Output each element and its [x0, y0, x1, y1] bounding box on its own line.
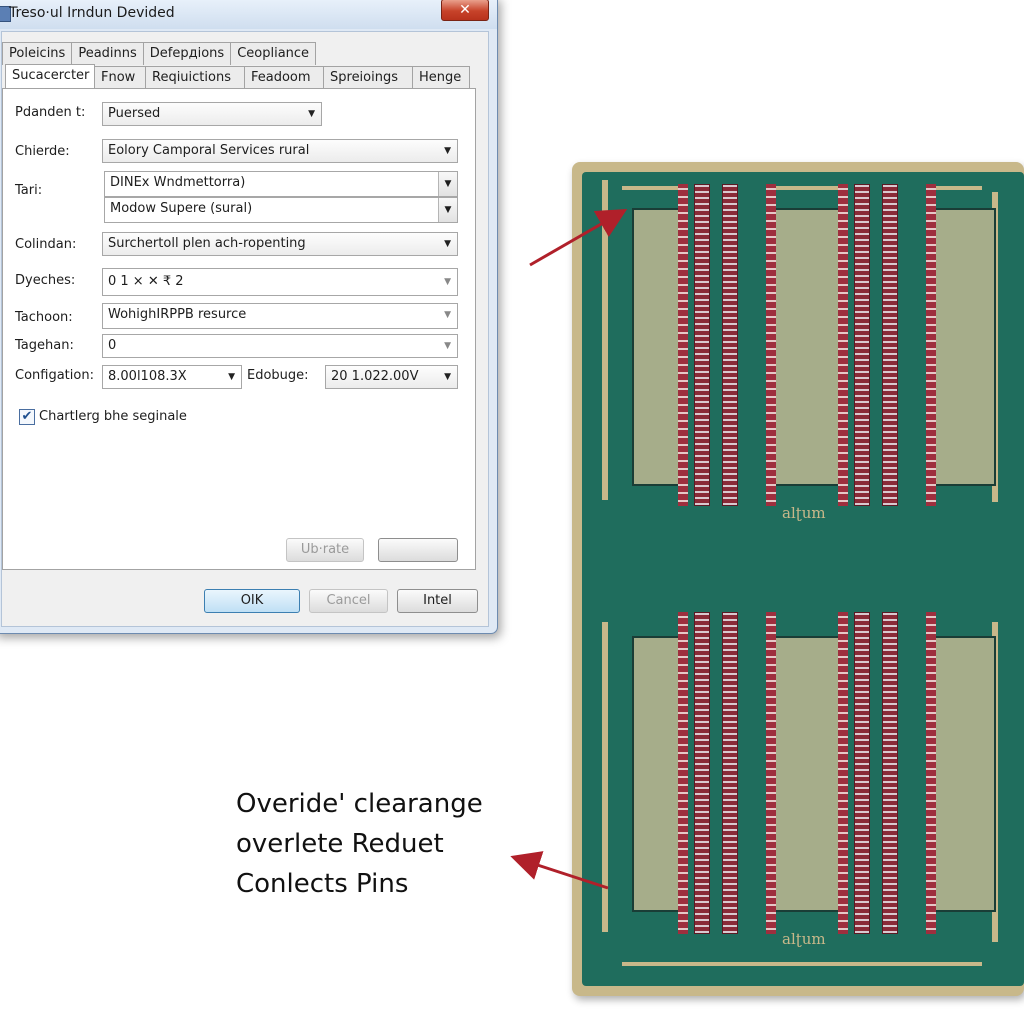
ic-chip-bottom-right — [838, 612, 936, 934]
ok-button[interactable]: OIK — [204, 589, 300, 613]
field-label-tachoon: Tachoon: — [15, 310, 73, 325]
checkbox-label: Chartlerg bhe seginale — [39, 409, 187, 424]
pcb-trace-bottom — [622, 962, 982, 966]
field-label-tari: Tari: — [15, 183, 43, 198]
tab-peadinns[interactable]: Peadinns — [71, 42, 144, 65]
chevron-down-icon: ▼ — [444, 310, 451, 320]
edobuge-select[interactable]: 20 1.022.00V ▼ — [325, 365, 458, 389]
tachoon-select[interactable]: WohighIRPPB resurce ▼ — [102, 303, 458, 329]
dialog-body: Poleicins Peadinns Defердions Ceopliance… — [1, 31, 489, 627]
update-button[interactable]: Ub·rate — [286, 538, 364, 562]
tagehan-value: 0 — [108, 338, 117, 353]
field-label-colindan: Colindan: — [15, 237, 77, 252]
dyeches-value: 0 1 × ✕ ₹ 2 — [108, 274, 184, 289]
chevron-down-icon: ▼ — [444, 239, 451, 249]
chevron-down-icon: ▼ — [444, 341, 451, 351]
pcb-trace-left — [602, 180, 608, 500]
colindan-select[interactable]: Surchertoll plen ach-ropenting ▼ — [102, 232, 458, 256]
chevron-down-icon: ▼ — [438, 198, 457, 222]
configation-select[interactable]: 8.00l108.3X ▼ — [102, 365, 242, 389]
chevron-down-icon: ▼ — [444, 372, 451, 382]
cancel-button[interactable]: Cancel — [309, 589, 388, 613]
chevron-down-icon: ▼ — [438, 172, 457, 196]
chierde-select[interactable]: Eolory Camporal Services rural ▼ — [102, 139, 458, 163]
tab-poleicins[interactable]: Poleicins — [2, 42, 73, 65]
tab-row-top: Poleicins Peadinns Defердions Ceopliance — [2, 42, 317, 65]
properties-dialog: Treso·ul Irndun Devided ✕ Poleicins Pead… — [0, 0, 498, 634]
chevron-down-icon: ▼ — [444, 277, 451, 287]
tari-select-1[interactable]: DINEx Wndmettorra) ▼ — [104, 171, 458, 197]
pcb-board: alʈum alʈum — [572, 162, 1024, 996]
pcb-solder-mask: alʈum alʈum — [582, 172, 1024, 986]
annotation-line-2: overlete Reduet — [236, 829, 444, 859]
colindan-value: Surchertoll plen ach-ropenting — [108, 236, 306, 251]
tari-select-2[interactable]: Modow Supere (sural) ▼ — [104, 197, 458, 223]
window-title: Treso·ul Irndun Devided — [9, 5, 175, 21]
tagehan-select[interactable]: 0 ▼ — [102, 334, 458, 358]
close-button[interactable]: ✕ — [441, 0, 489, 21]
tab-page: Pdanden t: Puersed ▼ Chierde: Eolory Cam… — [2, 88, 476, 570]
pdanden-select[interactable]: Puersed ▼ — [102, 102, 322, 126]
pdanden-value: Puersed — [108, 106, 161, 121]
field-label-pdanden: Pdanden t: — [15, 105, 86, 120]
field-label-configation: Configation: — [15, 368, 94, 383]
pcb-logo-bottom: alʈum — [782, 930, 826, 948]
tachoon-value: WohighIRPPB resurce — [108, 307, 247, 322]
title-bar[interactable]: Treso·ul Irndun Devided ✕ — [0, 0, 497, 29]
pcb-logo-top: alʈum — [782, 504, 826, 522]
tari-value-1: DINEx Wndmettorra) — [110, 175, 246, 190]
tab-sucacercter[interactable]: Sucacercter — [5, 64, 95, 90]
field-label-edobuge: Edobuge: — [247, 368, 309, 383]
tari-value-2: Modow Supere (sural) — [110, 201, 253, 216]
tab-ceopliance[interactable]: Ceopliance — [230, 42, 317, 65]
tab-spreioings[interactable]: Spreioings — [323, 66, 413, 89]
annotation-line-3: Conlects Pins — [236, 869, 409, 899]
tab-row-bottom: Sucacercter Fnow Reqiuictions Feadoom Sp… — [5, 64, 470, 90]
tab-henge[interactable]: Henge — [412, 66, 470, 89]
tab-reqiuictions[interactable]: Reqiuictions — [145, 66, 245, 89]
annotation-line-1: Overide' clearange — [236, 789, 483, 819]
ic-chip-bottom-left — [678, 612, 776, 934]
chevron-down-icon: ▼ — [228, 372, 235, 382]
chevron-down-icon: ▼ — [444, 146, 451, 156]
dyeches-select[interactable]: 0 1 × ✕ ₹ 2 ▼ — [102, 268, 458, 296]
annotation-text: Overide' clearange overlete Reduet Conle… — [236, 784, 483, 904]
chevron-down-icon: ▼ — [308, 109, 315, 119]
intel-button[interactable]: Intel — [397, 589, 478, 613]
edobuge-value: 20 1.022.00V — [331, 369, 419, 384]
configation-value: 8.00l108.3X — [108, 369, 187, 384]
tab-defedions[interactable]: Defердions — [142, 42, 232, 65]
field-label-chierde: Chierde: — [15, 144, 70, 159]
ic-chip-top-right — [838, 184, 936, 506]
charting-checkbox[interactable]: ✔ — [19, 409, 35, 425]
tab-fnow[interactable]: Fnow — [94, 66, 146, 89]
drapliival-button[interactable] — [378, 538, 458, 562]
field-label-tagehan: Tagehan: — [15, 338, 74, 353]
tab-feadoom[interactable]: Feadoom — [244, 66, 324, 89]
ic-chip-top-left — [678, 184, 776, 506]
chierde-value: Eolory Camporal Services rural — [108, 143, 310, 158]
field-label-dyeches: Dyeches: — [15, 273, 76, 288]
pcb-trace-left-lower — [602, 622, 608, 932]
